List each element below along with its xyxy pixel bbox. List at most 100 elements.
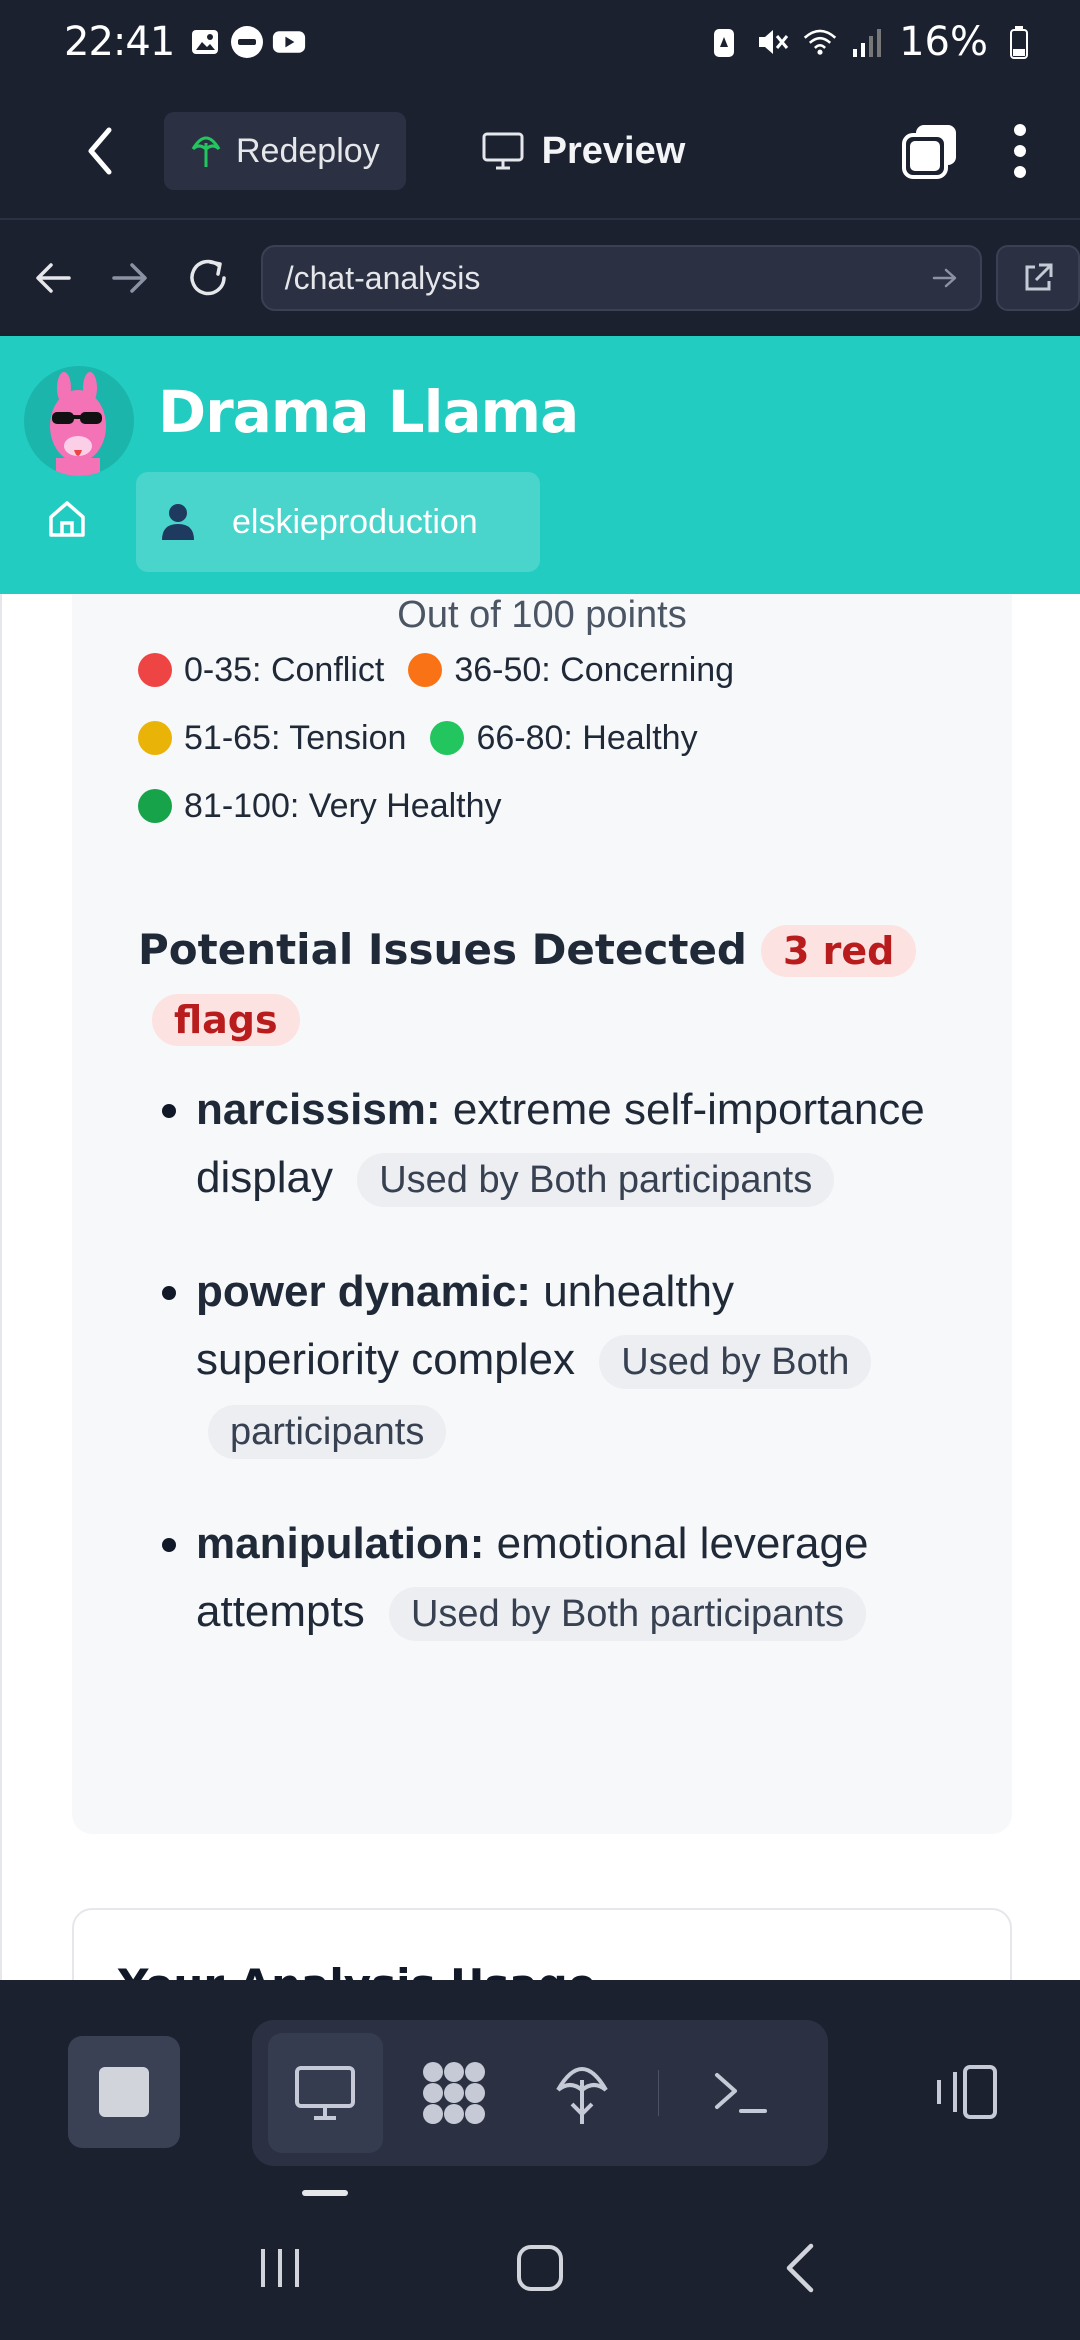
back-nav-button[interactable] xyxy=(755,2223,845,2313)
preview-label: Preview xyxy=(541,129,686,172)
layout-toggle-button[interactable] xyxy=(910,2036,1022,2148)
legend-item-concerning: 36-50: Concerning xyxy=(408,651,734,690)
deploy-icon xyxy=(191,136,221,167)
refresh-icon xyxy=(190,259,226,296)
chevron-left-icon xyxy=(88,127,112,175)
youtube-icon xyxy=(272,25,306,59)
red-dot-icon xyxy=(138,653,172,687)
workspace-bottom-toolbar xyxy=(0,1980,1080,2190)
reload-button[interactable] xyxy=(175,245,241,311)
browser-forward-button[interactable] xyxy=(98,245,164,311)
user-profile-chip[interactable]: elskieproduction xyxy=(136,472,540,572)
yellow-dot-icon xyxy=(138,721,172,755)
legend-label: 36-50: Concerning xyxy=(454,650,735,689)
arrow-left-icon xyxy=(36,263,71,293)
open-external-button[interactable] xyxy=(996,245,1080,311)
monitor-icon xyxy=(482,132,524,170)
split-panel-icon xyxy=(937,2065,997,2119)
usage-card: Your Analysis Usage xyxy=(72,1908,1012,1980)
battery-saver-icon xyxy=(707,25,741,59)
app-header: Drama Llama elskieproduction xyxy=(0,336,1080,594)
legend-row: 81-100: Very Healthy xyxy=(138,772,958,840)
tool-switcher xyxy=(252,2020,828,2166)
legend-label: 51-65: Tension xyxy=(184,718,407,757)
issue-item-power-dynamic: power dynamic: unhealthy superiority com… xyxy=(152,1258,932,1466)
mute-icon xyxy=(755,25,789,59)
wifi-icon xyxy=(803,25,837,59)
username: elskieproduction xyxy=(232,502,478,541)
terminal-icon xyxy=(714,2073,767,2113)
deployments-tool-button[interactable] xyxy=(525,2033,640,2153)
toolbar-divider xyxy=(657,2070,660,2116)
back-chevron-icon xyxy=(786,2243,814,2293)
tabs-button[interactable] xyxy=(890,111,970,191)
score-legend: 0-35: Conflict 36-50: Concerning 51-65: … xyxy=(138,636,958,840)
legend-row: 51-65: Tension 66-80: Healthy xyxy=(138,704,958,772)
legend-label: 81-100: Very Healthy xyxy=(184,786,502,825)
system-nav-bar xyxy=(0,2196,1080,2340)
legend-row: 0-35: Conflict 36-50: Concerning xyxy=(138,636,958,704)
url-bar: /chat-analysis xyxy=(0,220,1080,336)
battery-percent: 16% xyxy=(899,19,988,65)
more-options-button[interactable] xyxy=(1000,111,1040,191)
stop-icon xyxy=(99,2067,149,2117)
url-input[interactable]: /chat-analysis xyxy=(260,245,983,311)
legend-label: 0-35: Conflict xyxy=(184,650,385,689)
legend-item-healthy: 66-80: Healthy xyxy=(430,719,698,758)
app-title: Drama Llama xyxy=(158,378,579,446)
battery-icon xyxy=(1002,25,1036,59)
system-icons: 16% xyxy=(707,19,1036,65)
llama-logo xyxy=(24,366,134,476)
legend-item-conflict: 0-35: Conflict xyxy=(138,651,384,690)
go-arrow-icon[interactable] xyxy=(932,267,958,289)
legend-item-tension: 51-65: Tension xyxy=(138,719,406,758)
green-dot-icon xyxy=(430,721,465,755)
issues-heading: Potential Issues Detected 3 red flags xyxy=(138,916,918,1054)
llama-icon xyxy=(50,372,106,476)
home-button[interactable] xyxy=(44,496,90,542)
preview-tool-button[interactable] xyxy=(268,2033,383,2153)
issue-term: manipulation: xyxy=(196,1519,485,1568)
signal-icon xyxy=(851,25,885,59)
browser-back-button[interactable] xyxy=(20,245,86,311)
external-link-icon xyxy=(1025,263,1053,291)
issue-item-manipulation: manipulation: emotional leverage attempt… xyxy=(152,1510,932,1648)
recents-icon xyxy=(261,2249,299,2287)
workspace-top-bar: Redeploy Preview xyxy=(0,84,1080,220)
deploy-icon xyxy=(556,2067,609,2124)
shell-tool-button[interactable] xyxy=(683,2033,798,2153)
status-time: 22:41 xyxy=(64,19,175,65)
issues-title: Potential Issues Detected xyxy=(138,925,747,974)
arrow-right-icon xyxy=(112,263,148,293)
main-content[interactable]: Out of 100 points 0-35: Conflict 36-50: … xyxy=(0,594,1080,1980)
issue-term: power dynamic: xyxy=(196,1267,531,1316)
more-vertical-icon xyxy=(1014,124,1026,178)
workspace-tool-button[interactable] xyxy=(397,2033,512,2153)
legend-item-very-healthy: 81-100: Very Healthy xyxy=(138,787,502,826)
cluster-icon xyxy=(422,2062,485,2124)
home-square-icon xyxy=(517,2245,563,2291)
monitor-icon xyxy=(295,2066,356,2120)
score-note: Out of 100 points xyxy=(397,594,687,636)
stop-button[interactable] xyxy=(68,2036,180,2148)
issues-list: narcissism: extreme self-importance disp… xyxy=(152,1076,932,1692)
home-icon xyxy=(49,501,85,537)
usage-tag: Used by Both participants xyxy=(357,1153,835,1207)
image-icon xyxy=(188,25,222,59)
user-icon xyxy=(162,504,194,540)
issue-item-narcissism: narcissism: extreme self-importance disp… xyxy=(152,1076,932,1214)
do-not-disturb-icon xyxy=(230,25,264,59)
redeploy-button[interactable]: Redeploy xyxy=(164,112,406,190)
redeploy-label: Redeploy xyxy=(236,131,380,170)
home-nav-button[interactable] xyxy=(495,2223,585,2313)
url-text: /chat-analysis xyxy=(284,259,481,296)
recent-apps-button[interactable] xyxy=(235,2223,325,2313)
orange-dot-icon xyxy=(408,653,443,687)
dark-green-dot-icon xyxy=(138,789,172,823)
preview-tab[interactable]: Preview xyxy=(482,129,686,173)
status-bar: 22:41 16% xyxy=(0,0,1080,84)
issue-term: narcissism: xyxy=(196,1085,441,1134)
usage-card-title: Your Analysis Usage xyxy=(118,1960,596,1980)
back-button[interactable] xyxy=(60,111,140,191)
tabs-icon xyxy=(902,125,956,179)
